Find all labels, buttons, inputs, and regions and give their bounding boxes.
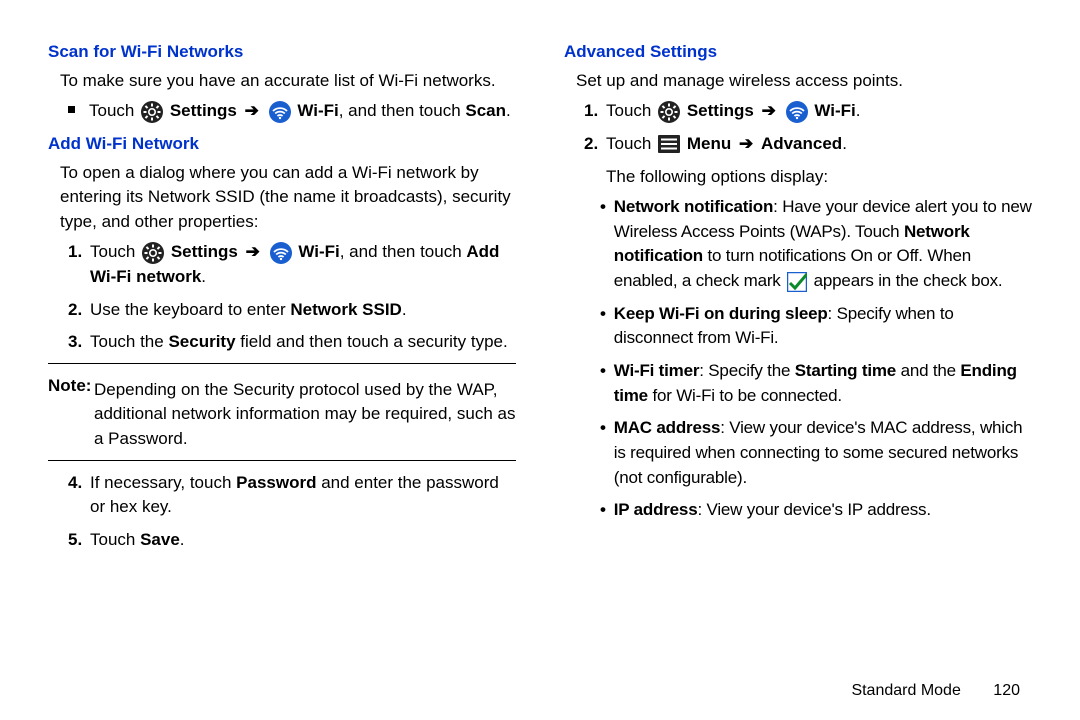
- add-steps-cont: 4. If necessary, touch Password and ente…: [48, 471, 516, 553]
- menu-icon: [658, 135, 680, 153]
- list-item: Keep Wi-Fi on during sleep: Specify when…: [614, 302, 1032, 351]
- wifi-label: Wi-Fi: [298, 242, 339, 261]
- text: Touch: [606, 134, 656, 153]
- heading-advanced: Advanced Settings: [564, 40, 1032, 65]
- text: Use the keyboard to enter: [90, 300, 290, 319]
- text: and the: [896, 361, 960, 380]
- password-label: Password: [236, 473, 316, 492]
- text: , and then touch: [339, 101, 466, 120]
- list-item: 5. Touch Save.: [68, 528, 516, 553]
- text: Touch: [606, 101, 656, 120]
- list-item: Wi-Fi timer: Specify the Starting time a…: [614, 359, 1032, 408]
- list-item: 4. If necessary, touch Password and ente…: [68, 471, 516, 520]
- bold-text: Starting time: [795, 361, 896, 380]
- wifi-label: Wi-Fi: [297, 101, 338, 120]
- text: .: [856, 101, 861, 120]
- option-name: Network notification: [614, 197, 773, 216]
- wifi-icon: [270, 242, 292, 264]
- text: Touch: [89, 101, 139, 120]
- list-item: 1. Touch Settings ➔ Wi-Fi, and then touc…: [68, 240, 516, 289]
- options-intro: The following options display:: [606, 165, 1032, 190]
- left-column: Scan for Wi-Fi Networks To make sure you…: [48, 40, 516, 640]
- text: .: [402, 300, 407, 319]
- text: : Specify the: [699, 361, 794, 380]
- option-name: IP address: [614, 500, 698, 519]
- arrow-icon: ➔: [739, 134, 753, 153]
- scan-label: Scan: [465, 101, 506, 120]
- text: Touch: [90, 242, 140, 261]
- scan-step: Touch Settings ➔ Wi-Fi, and then touch S…: [68, 99, 516, 124]
- list-item: 2. Use the keyboard to enter Network SSI…: [68, 298, 516, 323]
- gear-icon: [142, 242, 164, 264]
- step-number: 2.: [68, 298, 90, 323]
- settings-label: Settings: [171, 242, 238, 261]
- settings-label: Settings: [170, 101, 237, 120]
- text: .: [842, 134, 847, 153]
- option-name: Keep Wi-Fi on during sleep: [614, 304, 828, 323]
- list-item: MAC address: View your device's MAC addr…: [614, 416, 1032, 490]
- page-footer: Standard Mode 120: [851, 682, 1020, 700]
- heading-add: Add Wi-Fi Network: [48, 132, 516, 157]
- list-item: Network notification: Have your device a…: [614, 195, 1032, 294]
- footer-mode: Standard Mode: [851, 682, 960, 699]
- text: .: [201, 267, 206, 286]
- add-intro: To open a dialog where you can add a Wi-…: [48, 161, 516, 235]
- note-body: Depending on the Security protocol used …: [94, 378, 516, 452]
- text: If necessary, touch: [90, 473, 236, 492]
- page-body: Scan for Wi-Fi Networks To make sure you…: [0, 0, 1080, 640]
- gear-icon: [658, 101, 680, 123]
- security-label: Security: [168, 332, 235, 351]
- text: for Wi-Fi to be connected.: [648, 386, 842, 405]
- menu-label: Menu: [687, 134, 731, 153]
- step-number: 1.: [68, 240, 90, 265]
- step-number: 2.: [584, 132, 606, 157]
- heading-scan: Scan for Wi-Fi Networks: [48, 40, 516, 65]
- step-number: 5.: [68, 528, 90, 553]
- checkbox-checked-icon: [787, 272, 807, 292]
- divider: [48, 460, 516, 461]
- advanced-intro: Set up and manage wireless access points…: [564, 69, 1032, 94]
- step-number: 4.: [68, 471, 90, 496]
- arrow-icon: ➔: [246, 242, 260, 261]
- wifi-label: Wi-Fi: [814, 101, 855, 120]
- text: Touch: [90, 530, 140, 549]
- note-label: Note:: [48, 376, 91, 395]
- step-number: 1.: [584, 99, 606, 124]
- arrow-icon: ➔: [245, 101, 259, 120]
- page-number: 120: [993, 682, 1020, 699]
- wifi-icon: [786, 101, 808, 123]
- option-name: MAC address: [614, 418, 720, 437]
- text: appears in the check box.: [814, 271, 1003, 290]
- text: .: [506, 101, 511, 120]
- text: .: [180, 530, 185, 549]
- settings-label: Settings: [687, 101, 754, 120]
- advanced-steps: 1. Touch Settings ➔ Wi-Fi. 2. Touch Menu…: [564, 99, 1032, 156]
- add-steps: 1. Touch Settings ➔ Wi-Fi, and then touc…: [48, 240, 516, 355]
- gear-icon: [141, 101, 163, 123]
- text: , and then touch: [340, 242, 467, 261]
- list-item: 1. Touch Settings ➔ Wi-Fi.: [584, 99, 1032, 124]
- square-bullet-icon: [68, 106, 75, 113]
- step-number: 3.: [68, 330, 90, 355]
- save-label: Save: [140, 530, 180, 549]
- right-column: Advanced Settings Set up and manage wire…: [564, 40, 1032, 640]
- wifi-icon: [269, 101, 291, 123]
- scan-intro: To make sure you have an accurate list o…: [48, 69, 516, 94]
- option-name: Wi-Fi timer: [614, 361, 699, 380]
- list-item: 2. Touch Menu ➔ Advanced.: [584, 132, 1032, 157]
- advanced-label: Advanced: [761, 134, 842, 153]
- text: field and then touch a security type.: [236, 332, 508, 351]
- ssid-label: Network SSID: [290, 300, 401, 319]
- divider: [48, 363, 516, 364]
- arrow-icon: ➔: [762, 101, 776, 120]
- options-list: Network notification: Have your device a…: [564, 195, 1032, 523]
- list-item: 3. Touch the Security field and then tou…: [68, 330, 516, 355]
- text: : View your device's IP address.: [697, 500, 930, 519]
- list-item: IP address: View your device's IP addres…: [614, 498, 1032, 523]
- note-block: Note: Depending on the Security protocol…: [48, 374, 516, 452]
- text: Touch the: [90, 332, 168, 351]
